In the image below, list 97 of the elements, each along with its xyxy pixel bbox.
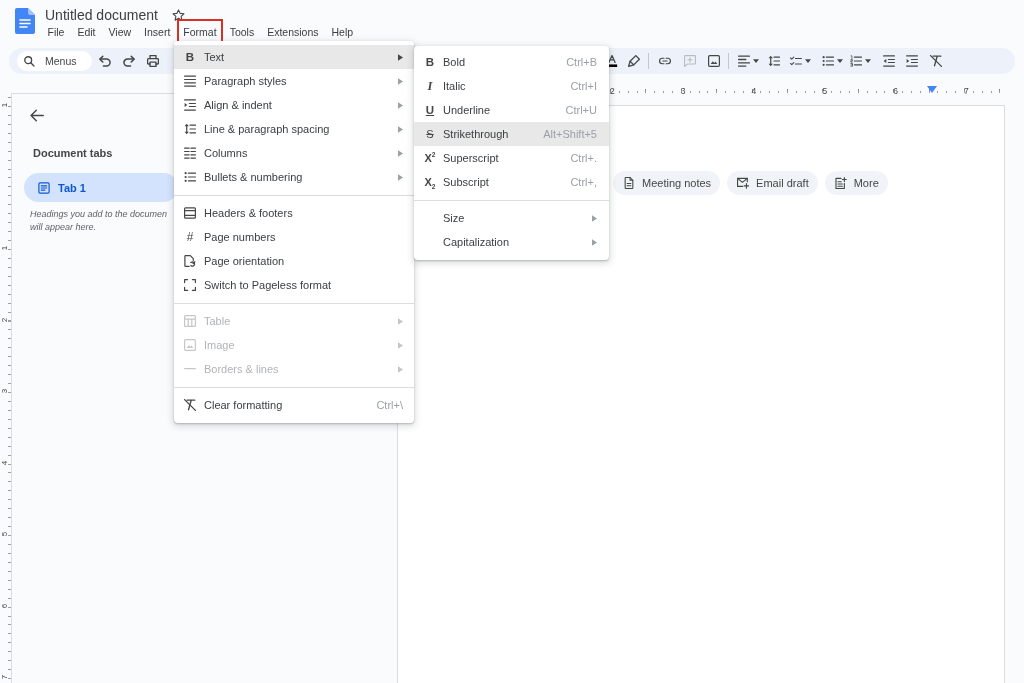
- link-icon: [659, 55, 671, 67]
- caret-icon: [753, 59, 759, 63]
- page-rotate-icon: [184, 255, 196, 267]
- menu-item[interactable]: X$_{2}$ Subscript Ctrl+,: [414, 170, 609, 194]
- ruler-number: 2: [610, 87, 615, 96]
- keyboard-shortcut: Ctrl+.: [570, 152, 597, 164]
- ruler-number: 6: [893, 87, 898, 96]
- menu-item[interactable]: I Italic Ctrl+I: [414, 74, 609, 98]
- table-icon: [184, 315, 196, 327]
- document-icon: [38, 181, 50, 194]
- numbered-list-icon: [850, 55, 862, 67]
- note-plus-icon: [834, 177, 847, 189]
- ruler-number: 4: [751, 87, 757, 96]
- file-icon: [623, 177, 635, 189]
- bulleted-list-icon: [822, 55, 834, 67]
- clear-formatting-icon: [930, 55, 942, 67]
- add-comment-icon: [684, 55, 696, 67]
- back-arrow-icon: [30, 108, 44, 122]
- caret-icon: [837, 59, 843, 63]
- menu-bar-item[interactable]: Tools: [223, 19, 261, 44]
- italic-icon: I: [427, 79, 433, 93]
- subscript-icon: X$_{2}$: [424, 175, 436, 189]
- caret-icon: [805, 59, 811, 63]
- keyboard-shortcut: Ctrl+B: [566, 56, 597, 68]
- menu-item[interactable]: X$^{2}$ Superscript Ctrl+.: [414, 146, 609, 170]
- dashed-frame-icon: [184, 279, 196, 291]
- line-spacing-icon: [184, 123, 196, 135]
- keyboard-shortcut: Ctrl+U: [565, 104, 597, 116]
- bulleted-list-icon: [184, 171, 196, 183]
- hash-icon: #: [186, 230, 194, 244]
- redo-icon: [123, 55, 135, 67]
- menu-bar-item[interactable]: Extensions: [260, 19, 325, 44]
- ruler-number: 1: [0, 101, 10, 110]
- ruler-number: 1: [0, 244, 10, 253]
- increase-indent-icon: [906, 55, 918, 67]
- ruler-number: 2: [0, 316, 10, 324]
- strikethrough-icon: S: [426, 127, 434, 141]
- undo-icon: [99, 55, 111, 67]
- print-icon: [147, 55, 159, 67]
- caret-icon: [865, 59, 871, 63]
- ruler-number: 7: [0, 673, 10, 682]
- menu-item[interactable]: Align & indent: [174, 93, 414, 117]
- menu-item[interactable]: Line & paragraph spacing: [174, 117, 414, 141]
- bold-icon: B: [425, 55, 435, 69]
- highlighter-icon: [628, 55, 640, 67]
- menu-item[interactable]: Columns: [174, 141, 414, 165]
- template-chip[interactable]: More: [824, 171, 888, 195]
- bold-icon: B: [185, 50, 195, 64]
- menu-item[interactable]: # Page numbers: [174, 225, 414, 249]
- template-chip[interactable]: Email draft: [727, 171, 818, 195]
- superscript-icon: X$^{2}$: [424, 151, 436, 165]
- ruler-number: 4: [0, 459, 10, 467]
- ruler-number: 5: [822, 87, 828, 96]
- text-color-icon: [606, 55, 618, 67]
- checklist-icon: [790, 55, 802, 67]
- ruler-number: 6: [0, 602, 10, 610]
- sidebar-heading: Document tabs: [33, 148, 113, 159]
- menu-item[interactable]: Switch to Pageless format: [174, 273, 414, 297]
- menu-item[interactable]: B Bold Ctrl+B: [414, 50, 609, 74]
- menu-item[interactable]: Capitalization: [414, 230, 609, 254]
- keyboard-shortcut: Ctrl+\: [376, 399, 403, 411]
- line-spacing-icon: [768, 55, 780, 67]
- docs-logo-icon: [15, 8, 35, 34]
- template-chip[interactable]: Meeting notes: [613, 171, 721, 195]
- indent-marker-icon[interactable]: [927, 86, 937, 93]
- image-icon: [708, 55, 720, 67]
- decrease-indent-icon: [883, 55, 895, 67]
- email-plus-icon: [737, 177, 750, 189]
- outline-hint: Headings you add to the documen will appear here.: [30, 208, 168, 234]
- star-icon[interactable]: [171, 9, 185, 21]
- search-icon: [24, 55, 35, 67]
- header-footer-icon: [184, 207, 196, 219]
- ruler-number: 5: [0, 530, 10, 539]
- keyboard-shortcut: Ctrl+,: [570, 176, 597, 188]
- ruler-number: 3: [0, 387, 10, 396]
- keyboard-shortcut: Ctrl+I: [570, 80, 597, 92]
- menu-item[interactable]: U Underline Ctrl+U: [414, 98, 609, 122]
- columns-icon: [184, 147, 196, 159]
- menu-item[interactable]: B Text: [174, 45, 414, 69]
- menu-item[interactable]: Headers & footers: [174, 201, 414, 225]
- indent-icon: [184, 99, 196, 111]
- keyboard-shortcut: Alt+Shift+5: [543, 128, 597, 140]
- ruler-number: 3: [680, 87, 686, 96]
- menu-item[interactable]: Clear formatting Ctrl+\: [174, 393, 414, 417]
- align-left-icon: [738, 55, 750, 67]
- search-menus-button[interactable]: Menus: [17, 51, 92, 71]
- horizontal-line-icon: [184, 368, 196, 370]
- underline-icon: U: [425, 103, 435, 117]
- menu-item[interactable]: Size: [414, 206, 609, 230]
- clear-formatting-icon: [184, 399, 196, 411]
- menu-item[interactable]: Page orientation: [174, 249, 414, 273]
- image-icon: [184, 339, 196, 351]
- menu-item[interactable]: S Strikethrough Alt+Shift+5: [414, 122, 609, 146]
- paragraph-lines-icon: [184, 75, 196, 87]
- menu-bar-item[interactable]: Help: [325, 19, 360, 44]
- ruler-number: 7: [964, 87, 969, 96]
- menu-item[interactable]: Paragraph styles: [174, 69, 414, 93]
